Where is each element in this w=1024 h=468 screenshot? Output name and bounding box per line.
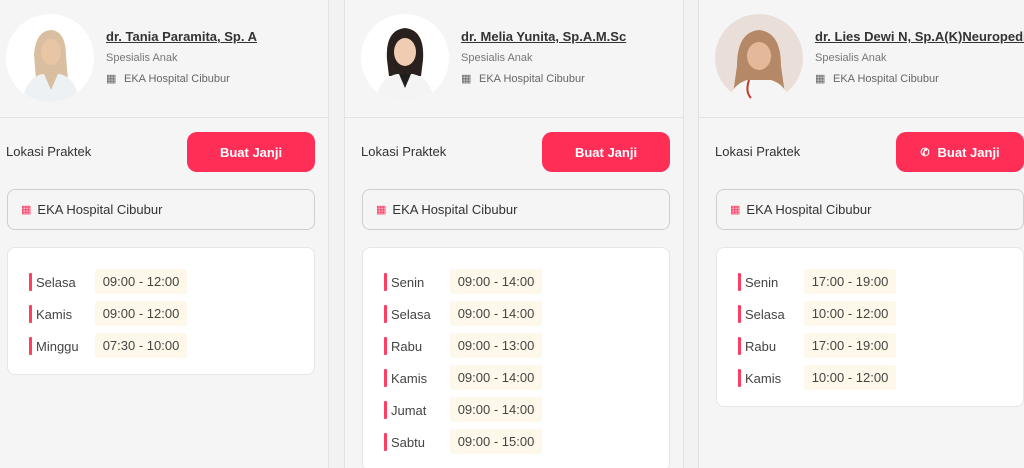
- doctor-specialty: Spesialis Anak: [461, 52, 533, 64]
- hospital-icon: ▦: [21, 204, 32, 216]
- schedule-time: 09:00 - 14:00: [450, 397, 542, 422]
- schedule-row: Kamis 10:00 - 12:00: [717, 364, 1023, 396]
- hospital-icon: ▦: [376, 204, 387, 216]
- schedule-day: Senin: [391, 275, 425, 290]
- schedule-time: 10:00 - 12:00: [804, 365, 896, 390]
- doctor-specialty: Spesialis Anak: [815, 52, 887, 64]
- schedule-day-marker: [384, 337, 387, 355]
- location-name: EKA Hospital Cibubur: [37, 202, 163, 217]
- location-selector[interactable]: ▦ EKA Hospital Cibubur: [716, 189, 1024, 230]
- schedule-row: Kamis 09:00 - 12:00: [8, 300, 314, 332]
- doctor-hospital-label: EKA Hospital Cibubur: [833, 73, 939, 85]
- location-selector[interactable]: ▦ EKA Hospital Cibubur: [362, 189, 670, 230]
- schedule-time: 09:00 - 12:00: [95, 269, 187, 294]
- doctor-avatar: [715, 14, 803, 102]
- schedule-day-marker: [29, 305, 32, 323]
- schedule-day-marker: [738, 369, 741, 387]
- schedule-day: Rabu: [391, 339, 423, 354]
- schedule-time: 09:00 - 14:00: [450, 269, 542, 294]
- doctor-avatar: [6, 14, 94, 102]
- schedule-day-marker: [29, 337, 32, 355]
- schedule-day-marker: [738, 337, 741, 355]
- schedule-list: Senin 17:00 - 19:00 Selasa 10:00 - 12:00 R…: [716, 247, 1024, 407]
- book-appointment-button[interactable]: ✆ Buat Janji: [896, 132, 1024, 172]
- book-appointment-button[interactable]: Buat Janji: [542, 132, 670, 172]
- schedule-row: Senin 17:00 - 19:00: [717, 268, 1023, 300]
- schedule-time: 09:00 - 14:00: [450, 365, 542, 390]
- schedule-day: Senin: [745, 275, 779, 290]
- doctor-name-link[interactable]: dr. Tania Paramita, Sp. A: [106, 29, 257, 44]
- doctor-hospital-label: EKA Hospital Cibubur: [124, 73, 230, 85]
- location-heading: Lokasi Praktek: [715, 144, 801, 159]
- doctor-hospital: ▦ EKA Hospital Cibubur: [106, 72, 230, 85]
- doctor-card: dr. Melia Yunita, Sp.A.M.Sc Spesialis An…: [344, 0, 684, 468]
- schedule-day-marker: [384, 273, 387, 291]
- doctor-card-header: dr. Tania Paramita, Sp. A Spesialis Anak…: [0, 0, 328, 118]
- schedule-time: 09:00 - 12:00: [95, 301, 187, 326]
- location-name: EKA Hospital Cibubur: [392, 202, 518, 217]
- doctor-card: dr. Lies Dewi N, Sp.A(K)Neuropediatri Sp…: [698, 0, 1024, 468]
- book-appointment-button[interactable]: Buat Janji: [187, 132, 315, 172]
- hospital-icon: ▦: [106, 73, 117, 85]
- hospital-icon: ▦: [461, 73, 472, 85]
- schedule-day: Kamis: [36, 307, 73, 322]
- schedule-day: Rabu: [745, 339, 777, 354]
- schedule-day-marker: [384, 369, 387, 387]
- book-appointment-label: Buat Janji: [574, 144, 638, 160]
- schedule-row: Sabtu 09:00 - 15:00: [363, 428, 669, 460]
- schedule-day: Selasa: [36, 275, 76, 290]
- doctor-name-link[interactable]: dr. Melia Yunita, Sp.A.M.Sc: [461, 29, 626, 44]
- schedule-day-marker: [29, 273, 32, 291]
- schedule-row: Jumat 09:00 - 14:00: [363, 396, 669, 428]
- doctor-name-link[interactable]: dr. Lies Dewi N, Sp.A(K)Neuropediatri: [815, 29, 1024, 44]
- schedule-time: 17:00 - 19:00: [804, 269, 896, 294]
- schedule-day-marker: [738, 273, 741, 291]
- hospital-icon: ▦: [815, 73, 826, 85]
- hospital-icon: ▦: [730, 204, 741, 216]
- location-heading: Lokasi Praktek: [6, 144, 92, 159]
- schedule-time: 09:00 - 14:00: [450, 301, 542, 326]
- schedule-day-marker: [384, 305, 387, 323]
- schedule-day-marker: [384, 433, 387, 451]
- schedule-time: 10:00 - 12:00: [804, 301, 896, 326]
- book-appointment-label: Buat Janji: [937, 144, 1000, 160]
- schedule-time: 09:00 - 15:00: [450, 429, 542, 454]
- location-heading: Lokasi Praktek: [361, 144, 447, 159]
- doctor-avatar: [361, 14, 449, 102]
- schedule-day: Selasa: [391, 307, 431, 322]
- schedule-row: Rabu 09:00 - 13:00: [363, 332, 669, 364]
- phone-icon: ✆: [920, 146, 930, 159]
- schedule-day-marker: [384, 401, 387, 419]
- book-appointment-label: Buat Janji: [219, 144, 283, 160]
- schedule-day: Minggu: [36, 339, 79, 354]
- doctor-hospital-label: EKA Hospital Cibubur: [479, 73, 585, 85]
- schedule-row: Rabu 17:00 - 19:00: [717, 332, 1023, 364]
- doctor-hospital: ▦ EKA Hospital Cibubur: [815, 72, 939, 85]
- schedule-time: 17:00 - 19:00: [804, 333, 896, 358]
- schedule-day: Sabtu: [391, 435, 425, 450]
- schedule-day: Selasa: [745, 307, 785, 322]
- doctor-specialty: Spesialis Anak: [106, 52, 178, 64]
- schedule-row: Selasa 09:00 - 12:00: [8, 268, 314, 300]
- schedule-time: 09:00 - 13:00: [450, 333, 542, 358]
- schedule-row: Kamis 09:00 - 14:00: [363, 364, 669, 396]
- schedule-list: Selasa 09:00 - 12:00 Kamis 09:00 - 12:00 M…: [7, 247, 315, 375]
- schedule-time: 07:30 - 10:00: [95, 333, 187, 358]
- schedule-row: Minggu 07:30 - 10:00: [8, 332, 314, 364]
- schedule-row: Selasa 09:00 - 14:00: [363, 300, 669, 332]
- doctor-card-header: dr. Melia Yunita, Sp.A.M.Sc Spesialis An…: [345, 0, 683, 118]
- location-name: EKA Hospital Cibubur: [746, 202, 872, 217]
- schedule-day: Kamis: [391, 371, 428, 386]
- schedule-day-marker: [738, 305, 741, 323]
- schedule-row: Selasa 10:00 - 12:00: [717, 300, 1023, 332]
- schedule-list: Senin 09:00 - 14:00 Selasa 09:00 - 14:00 R…: [362, 247, 670, 468]
- doctor-hospital: ▦ EKA Hospital Cibubur: [461, 72, 585, 85]
- location-selector[interactable]: ▦ EKA Hospital Cibubur: [7, 189, 315, 230]
- schedule-day: Kamis: [745, 371, 782, 386]
- doctor-card: dr. Tania Paramita, Sp. A Spesialis Anak…: [0, 0, 329, 468]
- schedule-day: Jumat: [391, 403, 427, 418]
- schedule-row: Senin 09:00 - 14:00: [363, 268, 669, 300]
- doctor-card-header: dr. Lies Dewi N, Sp.A(K)Neuropediatri Sp…: [699, 0, 1024, 118]
